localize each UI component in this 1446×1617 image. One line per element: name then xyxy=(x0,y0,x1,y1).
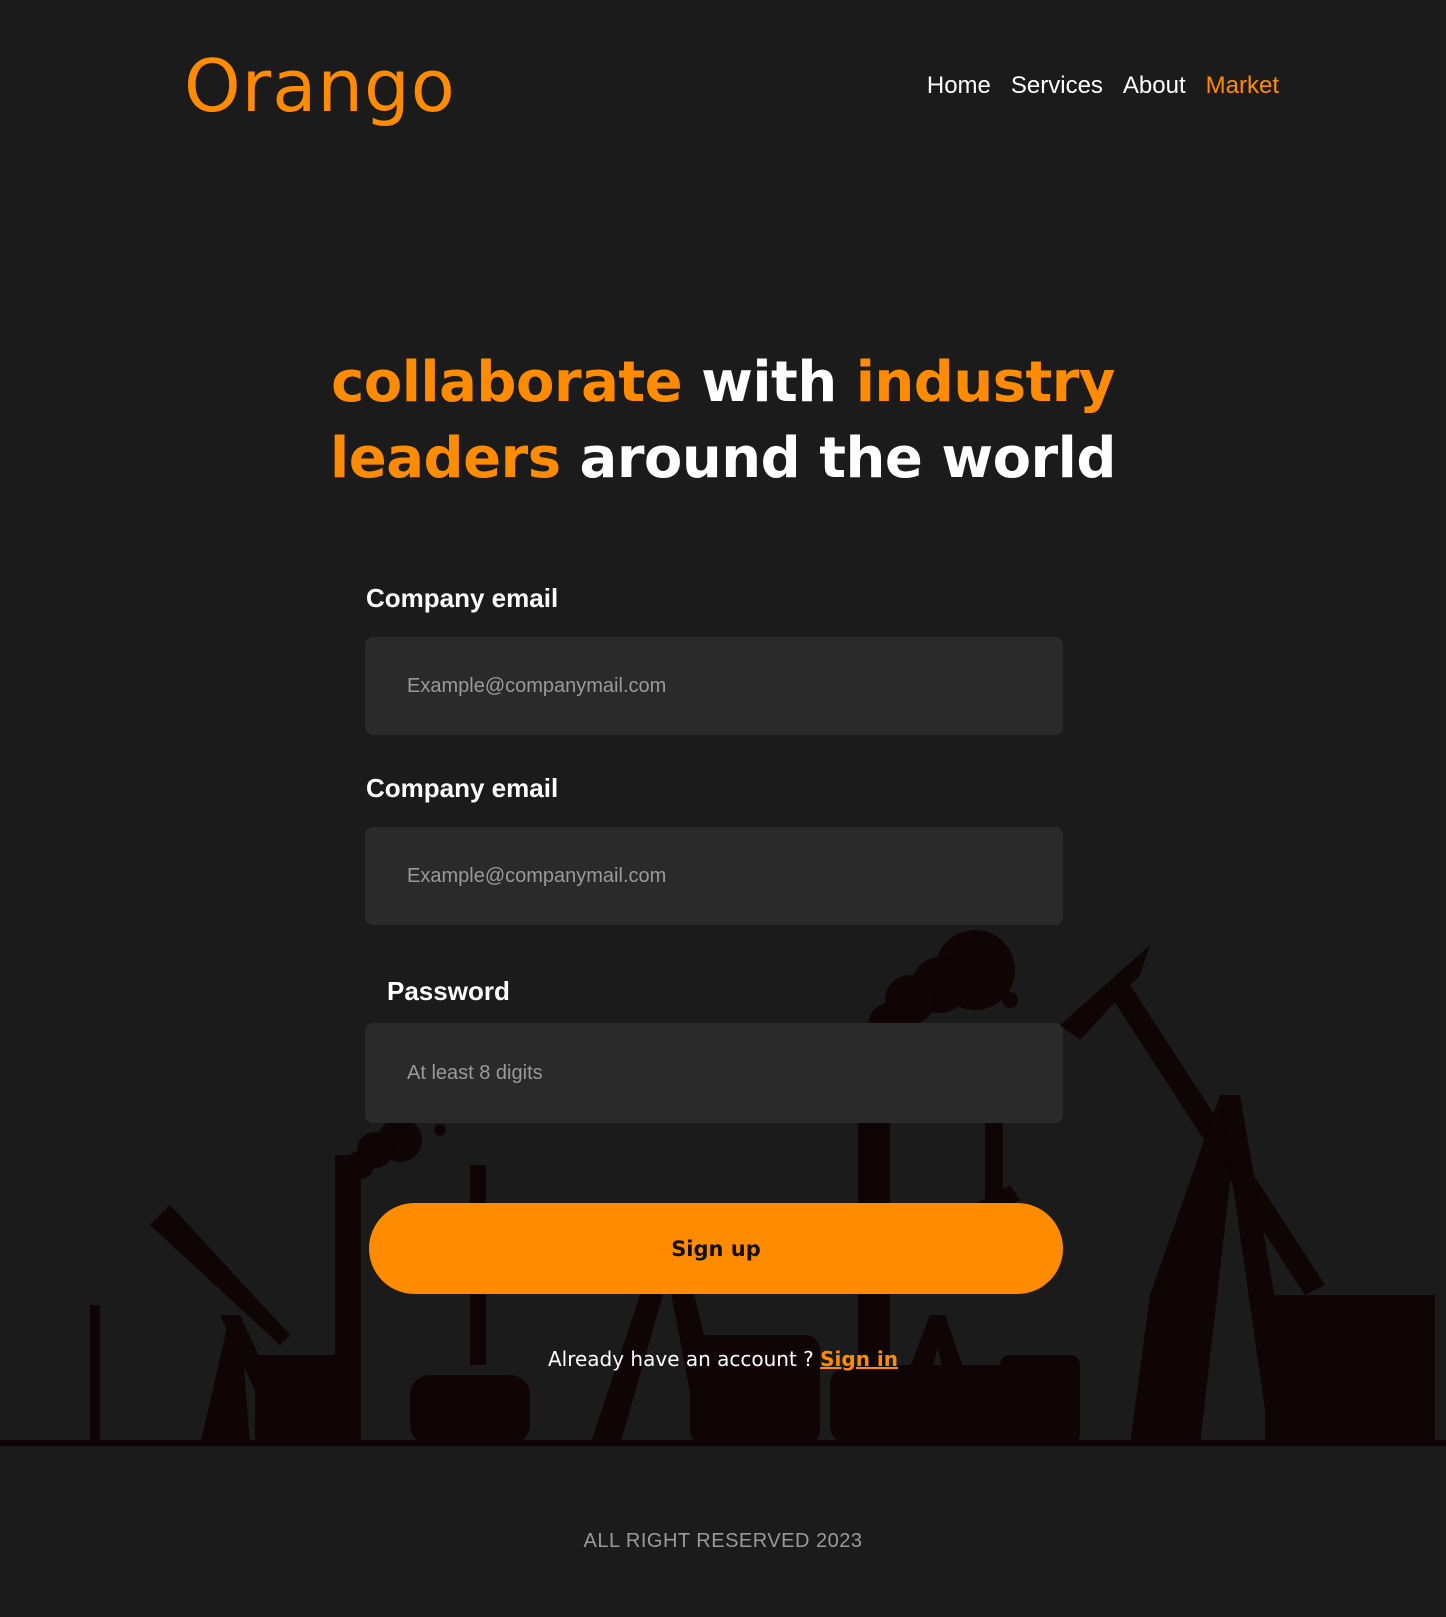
hero-word-collaborate: collaborate xyxy=(331,350,683,415)
company-email-input-2[interactable] xyxy=(365,827,1063,925)
hero-word-around-the-world: around the world xyxy=(560,426,1117,491)
signin-prompt-text: Already have an account ? xyxy=(547,1347,821,1371)
nav-item-services[interactable]: Services xyxy=(1011,72,1103,100)
hero-word-industry: industry xyxy=(855,350,1116,415)
brand-logo[interactable]: Orango xyxy=(184,50,456,122)
password-field-label: Password xyxy=(387,976,510,1006)
hero-word-leaders: leaders xyxy=(330,426,561,491)
signin-prompt: Already have an account ? Sign in xyxy=(0,1347,1446,1371)
sign-in-link[interactable]: Sign in xyxy=(820,1347,898,1371)
nav-item-about[interactable]: About xyxy=(1123,72,1186,100)
nav-item-market[interactable]: Market xyxy=(1206,72,1279,100)
footer-copyright: ALL RIGHT RESERVED 2023 xyxy=(583,1530,863,1552)
email-field-label-2: Company email xyxy=(366,773,559,803)
sign-up-button[interactable]: Sign up xyxy=(369,1203,1063,1294)
hero-word-with: with xyxy=(682,350,856,415)
password-input[interactable] xyxy=(365,1023,1063,1123)
hero-headline: collaborate with industry leaders around… xyxy=(300,345,1146,497)
company-email-input-1[interactable] xyxy=(365,637,1063,735)
main-nav: Home Services About Market xyxy=(927,72,1279,100)
email-field-label-1: Company email xyxy=(366,583,559,613)
nav-item-home[interactable]: Home xyxy=(927,72,991,100)
